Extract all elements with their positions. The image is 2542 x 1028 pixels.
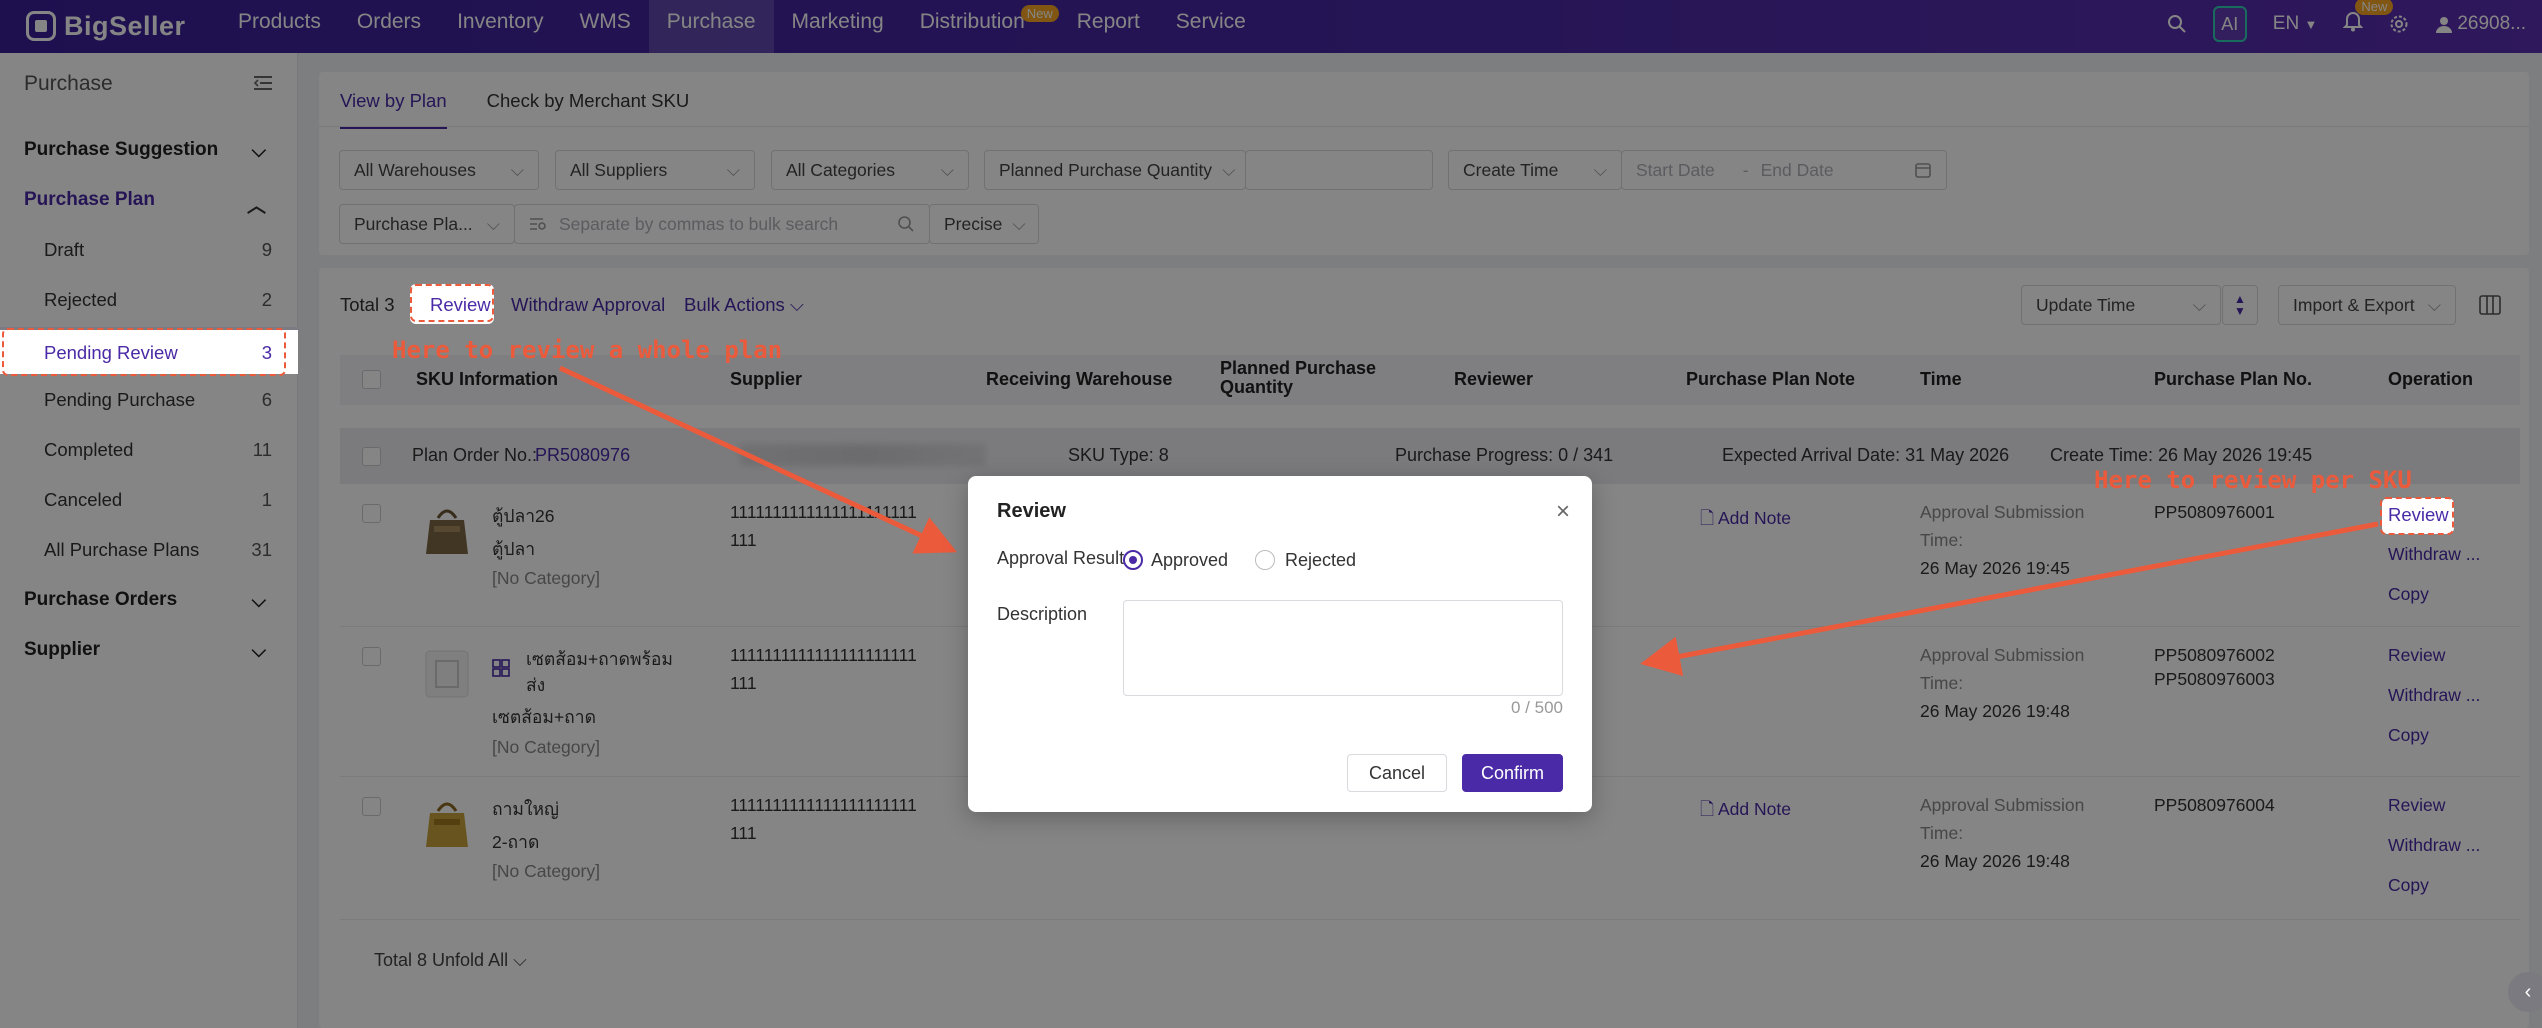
rejected-label[interactable]: Rejected [1285,550,1356,571]
close-icon[interactable]: × [1556,498,1570,526]
approved-label[interactable]: Approved [1151,550,1228,571]
arrow-per-sku [1640,521,2379,677]
cancel-button[interactable]: Cancel [1347,754,1447,792]
approval-result-label: Approval Result [997,548,1125,568]
highlighted-review-button[interactable]: Review [430,294,491,316]
description-textarea[interactable] [1123,600,1563,696]
char-counter: 0 / 500 [1511,698,1563,717]
modal-title: Review [997,500,1066,522]
rejected-radio[interactable] [1255,550,1275,570]
description-label: Description [997,604,1088,624]
review-modal: Review × Approval Result Approved Reject… [968,476,1592,812]
chevron-left-icon: ‹ [2524,981,2532,1003]
arrow-whole-plan [558,365,958,554]
floating-collapse-button[interactable]: ‹ [2508,972,2542,1012]
confirm-button[interactable]: Confirm [1462,754,1563,792]
approved-radio[interactable] [1123,550,1143,570]
